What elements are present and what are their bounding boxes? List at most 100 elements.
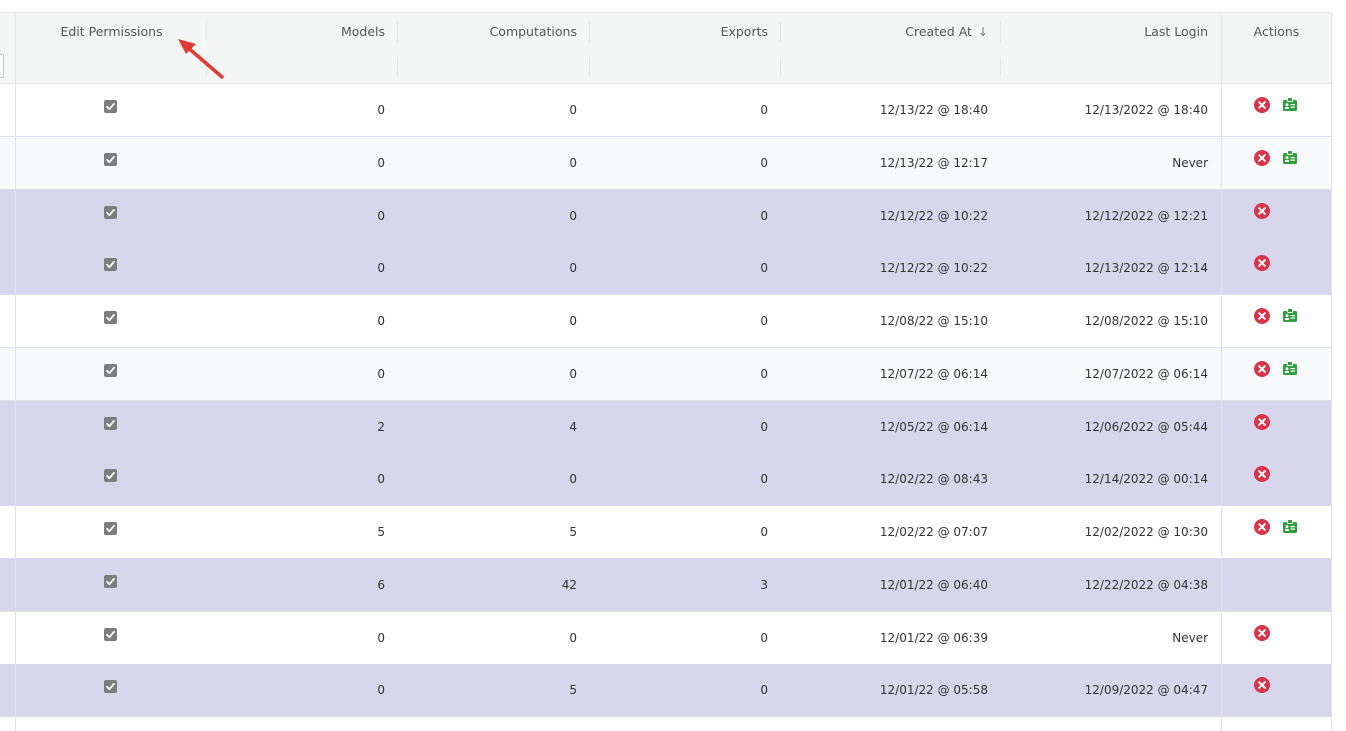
delete-user-icon[interactable] <box>1254 360 1270 377</box>
last-login-cell: 12/09/2022 @ 04:47 <box>1084 683 1208 698</box>
header-created-at-label: Created At <box>905 24 972 39</box>
edit-permissions-checkbox[interactable] <box>104 152 117 166</box>
edit-permissions-checkbox[interactable] <box>104 205 117 219</box>
models-cell: 0 <box>377 630 385 645</box>
filter-divider <box>780 57 781 75</box>
last-login-cell: 12/22/2022 @ 04:38 <box>1084 577 1208 592</box>
id-badge-icon[interactable] <box>1282 360 1298 376</box>
edit-permissions-checkbox[interactable] <box>104 311 117 324</box>
edit-permissions-checkbox[interactable] <box>104 258 117 272</box>
checkmark-icon <box>106 683 115 691</box>
last-login-cell: 12/02/2022 @ 10:30 <box>1084 525 1208 539</box>
filter-divider <box>1000 57 1001 75</box>
created-at-cell: 12/02/22 @ 07:07 <box>879 525 988 539</box>
id-badge-icon[interactable] <box>1282 149 1298 165</box>
header-created-at[interactable]: Created At ↓ <box>781 13 988 49</box>
created-at-cell: 12/12/22 @ 10:22 <box>879 261 988 276</box>
models-cell: 5 <box>377 525 385 539</box>
scrollbar-track[interactable] <box>1332 12 1346 730</box>
edit-permissions-checkbox[interactable] <box>104 627 117 641</box>
computations-cell: 0 <box>569 103 577 117</box>
checkmark-icon <box>106 208 115 216</box>
last-login-cell: 12/13/2022 @ 12:14 <box>1084 261 1208 276</box>
exports-cell: 0 <box>760 261 768 276</box>
delete-user-icon[interactable] <box>1254 149 1270 166</box>
models-cell: 0 <box>377 314 385 328</box>
edit-permissions-checkbox[interactable] <box>104 574 117 588</box>
filter-input[interactable] <box>0 54 4 78</box>
exports-cell: 0 <box>760 683 768 698</box>
header-actions[interactable]: Actions <box>1222 13 1331 49</box>
delete-user-icon[interactable] <box>1254 308 1270 324</box>
exports-cell: 0 <box>760 525 768 539</box>
table-row[interactable]: 0 0 0 12/13/22 @ 18:40 12/13/2022 @ 18:40 <box>0 84 1331 137</box>
delete-user-icon[interactable] <box>1254 202 1270 219</box>
delete-user-icon[interactable] <box>1254 255 1270 272</box>
exports-cell: 0 <box>760 314 768 328</box>
last-login-cell: Never <box>1172 155 1208 170</box>
last-login-cell: 12/08/2022 @ 15:10 <box>1084 314 1208 328</box>
computations-cell: 0 <box>569 630 577 645</box>
checkmark-icon <box>106 524 115 533</box>
delete-user-icon[interactable] <box>1254 466 1270 483</box>
delete-user-icon[interactable] <box>1254 677 1270 694</box>
column-border <box>15 13 16 731</box>
id-badge-icon[interactable] <box>1282 96 1298 112</box>
computations-cell: 42 <box>561 577 577 592</box>
edit-permissions-checkbox[interactable] <box>104 100 117 113</box>
edit-permissions-checkbox[interactable] <box>104 522 117 535</box>
models-cell: 6 <box>377 577 385 592</box>
table-row[interactable]: 0 0 0 12/13/22 @ 12:17 Never <box>0 136 1331 190</box>
table-row[interactable]: 0 0 0 12/07/22 @ 06:14 12/07/2022 @ 06:14 <box>0 347 1331 401</box>
sort-descending-icon[interactable]: ↓ <box>978 14 988 51</box>
delete-user-icon[interactable] <box>1254 97 1270 113</box>
header-exports[interactable]: Exports <box>590 13 768 49</box>
users-table: Edit Permissions Models Computations Exp… <box>0 12 1332 731</box>
last-login-cell: 12/13/2022 @ 18:40 <box>1084 103 1208 117</box>
table-row[interactable]: 5 5 0 12/02/22 @ 07:07 12/02/2022 @ 10:30 <box>0 506 1331 559</box>
delete-user-icon[interactable] <box>1254 624 1270 641</box>
table-row[interactable]: 0 5 0 12/01/22 @ 05:58 12/09/2022 @ 04:47 <box>0 664 1331 718</box>
checkmark-icon <box>106 577 115 585</box>
exports-cell: 3 <box>760 577 768 592</box>
models-cell: 0 <box>377 208 385 223</box>
table-row[interactable]: 0 0 0 12/01/22 @ 06:39 Never <box>0 611 1331 665</box>
models-cell: 0 <box>377 103 385 117</box>
created-at-cell: 12/01/22 @ 05:58 <box>879 683 988 698</box>
exports-cell: 0 <box>760 419 768 434</box>
computations-cell: 0 <box>569 208 577 223</box>
header-computations[interactable]: Computations <box>398 13 577 49</box>
edit-permissions-checkbox[interactable] <box>104 416 117 430</box>
exports-cell: 0 <box>760 208 768 223</box>
delete-user-icon[interactable] <box>1254 519 1270 535</box>
table-row[interactable]: 2 4 0 12/05/22 @ 06:14 12/06/2022 @ 05:44 <box>0 400 1331 454</box>
table-row[interactable]: 0 0 0 12/12/22 @ 10:22 12/12/2022 @ 12:21 <box>0 189 1331 243</box>
id-badge-icon[interactable] <box>1282 307 1298 323</box>
checkmark-icon <box>106 102 115 111</box>
exports-cell: 0 <box>760 103 768 117</box>
filter-divider <box>397 57 398 75</box>
checkmark-icon <box>106 366 115 374</box>
last-login-cell: 12/14/2022 @ 00:14 <box>1084 472 1208 487</box>
models-cell: 0 <box>377 155 385 170</box>
delete-user-icon[interactable] <box>1254 413 1270 430</box>
table-row[interactable]: 0 0 0 12/12/22 @ 10:22 12/13/2022 @ 12:14 <box>0 242 1331 296</box>
table-row[interactable]: 6 42 3 12/01/22 @ 06:40 12/22/2022 @ 04:38 <box>0 558 1331 612</box>
exports-cell: 0 <box>760 630 768 645</box>
table-row[interactable]: 0 0 0 12/02/22 @ 08:43 12/14/2022 @ 00:14 <box>0 453 1331 507</box>
computations-cell: 4 <box>569 419 577 434</box>
header-last-login[interactable]: Last Login <box>1001 13 1208 49</box>
id-badge-icon[interactable] <box>1282 518 1298 534</box>
edit-permissions-checkbox[interactable] <box>104 680 117 694</box>
created-at-cell: 12/08/22 @ 15:10 <box>879 314 988 328</box>
models-cell: 2 <box>377 419 385 434</box>
header-models[interactable]: Models <box>207 13 385 49</box>
last-login-cell: Never <box>1172 630 1208 645</box>
edit-permissions-checkbox[interactable] <box>104 363 117 377</box>
last-login-cell: 12/12/2022 @ 12:21 <box>1084 208 1208 223</box>
edit-permissions-checkbox[interactable] <box>104 469 117 483</box>
last-login-cell: 12/07/2022 @ 06:14 <box>1084 366 1208 381</box>
table-row[interactable]: 0 0 0 12/08/22 @ 15:10 12/08/2022 @ 15:10 <box>0 295 1331 348</box>
checkmark-icon <box>106 630 115 638</box>
computations-cell: 0 <box>569 314 577 328</box>
